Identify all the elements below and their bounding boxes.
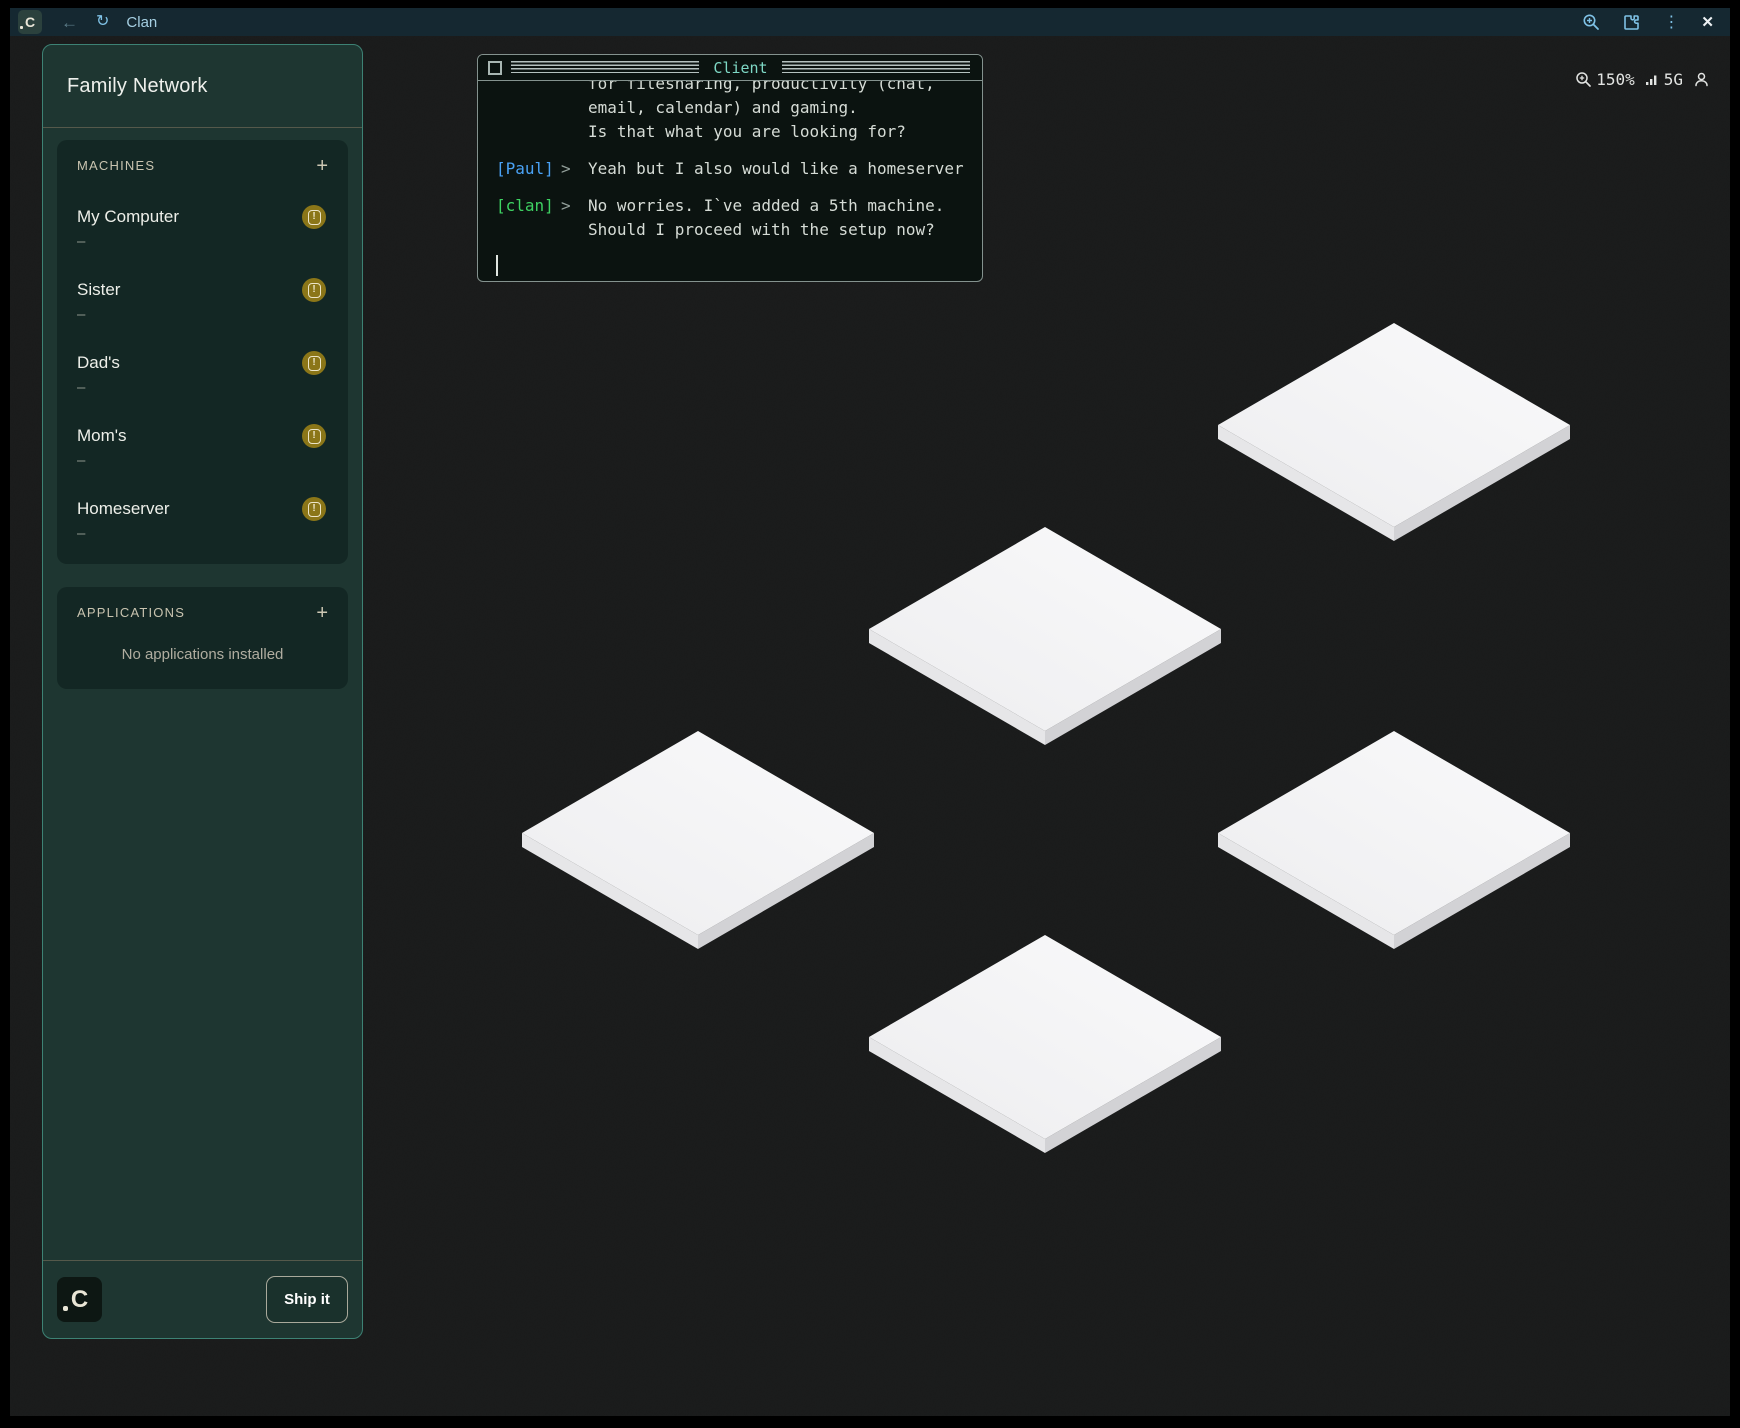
signal-bars-icon bbox=[1645, 72, 1660, 87]
chat-log[interactable]: for filesharing, productivity (chat, ema… bbox=[478, 72, 982, 276]
machine-tile[interactable] bbox=[867, 525, 1223, 749]
machine-name: Dad's bbox=[77, 353, 328, 373]
sidebar: Family Network MACHINES + My Computer – … bbox=[42, 44, 363, 1339]
applications-empty-text: No applications installed bbox=[77, 646, 328, 663]
window-close-box-icon[interactable] bbox=[488, 61, 502, 75]
machine-status-warning-icon: ! bbox=[302, 278, 326, 302]
machine-subtitle: – bbox=[77, 379, 328, 396]
page-title: Clan bbox=[126, 14, 157, 31]
machine-name: My Computer bbox=[77, 207, 328, 227]
client-titlebar[interactable]: Client bbox=[478, 55, 982, 81]
chat-text: for filesharing, productivity (chat, ema… bbox=[588, 72, 982, 144]
chat-message: for filesharing, productivity (chat, ema… bbox=[496, 72, 982, 144]
machine-list-item[interactable]: Mom's – ! bbox=[77, 426, 328, 469]
screen: C ← ↻ Clan ⋮ ✕ 150% bbox=[0, 0, 1740, 1428]
clan-logo-icon: C bbox=[71, 1288, 88, 1312]
machine-list-item[interactable]: My Computer – ! bbox=[77, 207, 328, 250]
machine-list-item[interactable]: Sister – ! bbox=[77, 280, 328, 323]
clan-logo-icon: C bbox=[25, 15, 35, 29]
back-icon[interactable]: ← bbox=[52, 14, 87, 31]
machine-subtitle: – bbox=[77, 306, 328, 323]
chat-speaker: [Paul] bbox=[496, 157, 561, 181]
machine-list: My Computer – ! Sister – ! Dad's – ! Mom… bbox=[77, 207, 328, 542]
user-icon[interactable] bbox=[1693, 71, 1710, 88]
machine-name: Mom's bbox=[77, 426, 328, 446]
machines-panel: MACHINES + My Computer – ! Sister – ! Da… bbox=[57, 140, 348, 564]
browser-bar: C ← ↻ Clan ⋮ ✕ bbox=[10, 8, 1730, 36]
network-type-label: 5G bbox=[1664, 70, 1683, 89]
clan-logo: C bbox=[57, 1277, 102, 1322]
add-machine-button[interactable]: + bbox=[316, 159, 328, 173]
machine-status-warning-icon: ! bbox=[302, 497, 326, 521]
chat-message: [clan] > No worries. I`ve added a 5th ma… bbox=[496, 194, 982, 242]
menu-kebab-icon[interactable]: ⋮ bbox=[1663, 12, 1679, 32]
machine-tile[interactable] bbox=[520, 729, 876, 953]
zoom-level-value: 150% bbox=[1596, 70, 1635, 89]
machine-name: Homeserver bbox=[77, 499, 328, 519]
close-window-icon[interactable]: ✕ bbox=[1701, 13, 1714, 31]
titlebar-stripes-left bbox=[511, 61, 699, 74]
machine-subtitle: – bbox=[77, 233, 328, 250]
machine-list-item[interactable]: Dad's – ! bbox=[77, 353, 328, 396]
chat-message: [Paul] > Yeah but I also would like a ho… bbox=[496, 157, 982, 181]
applications-heading: APPLICATIONS bbox=[77, 605, 185, 620]
sidebar-footer: C Ship it bbox=[43, 1260, 362, 1338]
chat-text: Yeah but I also would like a homeserver bbox=[588, 157, 982, 181]
chat-prompt-chevron bbox=[561, 72, 588, 144]
sidebar-header: Family Network bbox=[43, 45, 362, 128]
machines-heading: MACHINES bbox=[77, 158, 155, 173]
chat-prompt-chevron: > bbox=[561, 194, 588, 242]
zoom-level-icon bbox=[1575, 71, 1592, 88]
terminal-cursor bbox=[496, 255, 498, 276]
machine-list-item[interactable]: Homeserver – ! bbox=[77, 499, 328, 542]
client-terminal-window[interactable]: Client for filesharing, productivity (ch… bbox=[477, 54, 983, 282]
machine-tile[interactable] bbox=[1216, 729, 1572, 953]
titlebar-stripes-right bbox=[782, 61, 970, 74]
extensions-icon[interactable] bbox=[1622, 13, 1641, 32]
client-window-title: Client bbox=[713, 59, 767, 77]
machine-status-warning-icon: ! bbox=[302, 205, 326, 229]
canvas-hud: 150% 5G bbox=[1575, 70, 1710, 89]
chat-prompt-chevron: > bbox=[561, 157, 588, 181]
machine-name: Sister bbox=[77, 280, 328, 300]
add-application-button[interactable]: + bbox=[316, 606, 328, 620]
network-title: Family Network bbox=[67, 75, 208, 98]
machine-subtitle: – bbox=[77, 452, 328, 469]
machine-tile[interactable] bbox=[867, 933, 1223, 1157]
app-favicon-button[interactable]: C bbox=[18, 10, 42, 34]
machine-status-warning-icon: ! bbox=[302, 424, 326, 448]
machine-subtitle: – bbox=[77, 525, 328, 542]
zoom-in-icon[interactable] bbox=[1582, 13, 1600, 31]
reload-icon[interactable]: ↻ bbox=[87, 14, 118, 30]
ship-it-button[interactable]: Ship it bbox=[266, 1276, 348, 1323]
machine-tile[interactable] bbox=[1216, 321, 1572, 545]
machine-status-warning-icon: ! bbox=[302, 351, 326, 375]
chat-text: No worries. I`ve added a 5th machine. Sh… bbox=[588, 194, 982, 242]
applications-panel: APPLICATIONS + No applications installed bbox=[57, 587, 348, 689]
chat-speaker: [clan] bbox=[496, 194, 561, 242]
chat-speaker bbox=[496, 72, 561, 144]
